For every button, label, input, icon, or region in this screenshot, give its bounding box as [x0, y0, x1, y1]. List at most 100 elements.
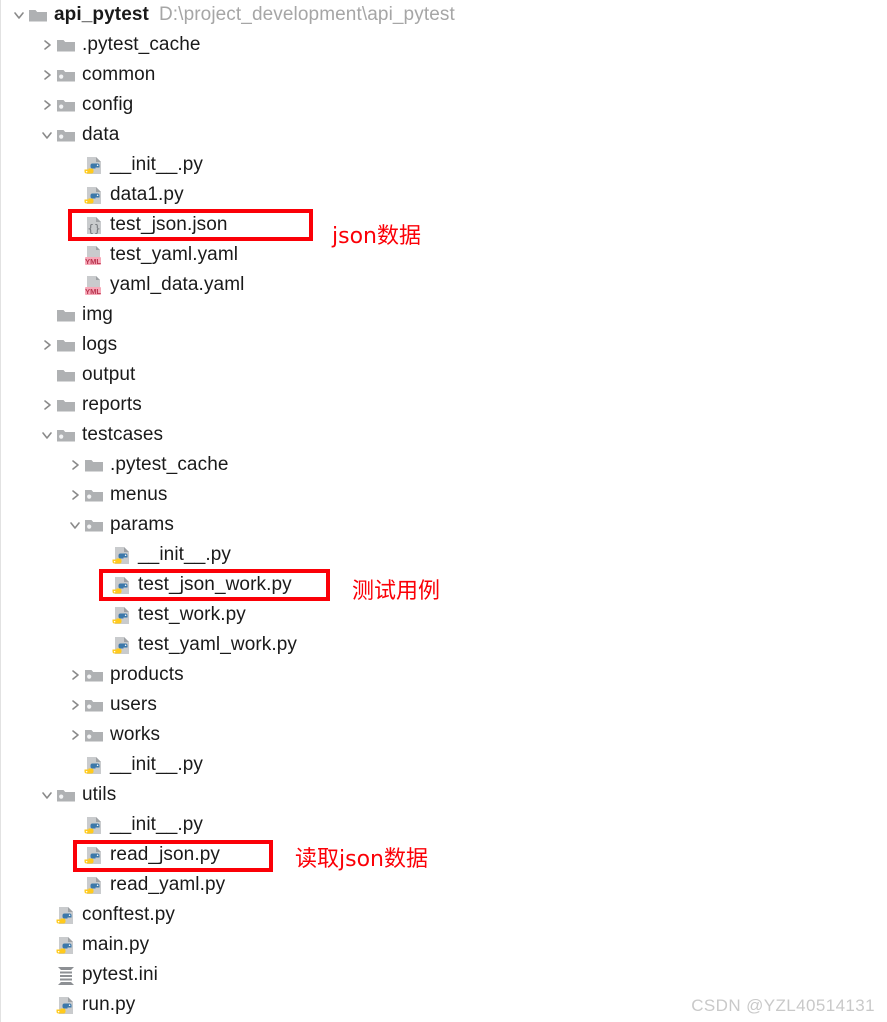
tree-row[interactable]: utils — [0, 780, 887, 810]
python-file-icon — [84, 185, 104, 205]
tree-row-label: utils — [82, 784, 117, 805]
chevron-right-icon[interactable] — [38, 30, 56, 60]
tree-row[interactable]: main.py — [0, 930, 887, 960]
tree-row[interactable]: YML test_yaml.yaml — [0, 240, 887, 270]
tree-row[interactable]: {} test_json.json — [0, 210, 887, 240]
tree-row[interactable]: testcases — [0, 420, 887, 450]
tree-row-label: api_pytest — [54, 4, 149, 25]
tree-row-label: testcases — [82, 424, 164, 445]
tree-row-label: logs — [82, 334, 118, 355]
tree-row[interactable]: works — [0, 720, 887, 750]
tree-row-label: yaml_data.yaml — [110, 274, 245, 295]
chevron-down-icon[interactable] — [38, 120, 56, 150]
python-file-icon — [84, 815, 104, 835]
tree-row[interactable]: read_json.py — [0, 840, 887, 870]
chevron-right-icon[interactable] — [38, 330, 56, 360]
chevron-down-icon[interactable] — [38, 780, 56, 810]
annotation-caption: 读取json数据 — [295, 847, 428, 872]
tree-row[interactable]: config — [0, 90, 887, 120]
folder-plain-icon — [56, 335, 76, 355]
tree-row-label: __init__.py — [110, 754, 204, 775]
tree-row[interactable]: data — [0, 120, 887, 150]
csdn-watermark: CSDN @YZL40514131 — [691, 996, 875, 1015]
tree-row[interactable]: .pytest_cache — [0, 30, 887, 60]
tree-row[interactable]: products — [0, 660, 887, 690]
tree-row[interactable]: read_yaml.py — [0, 870, 887, 900]
tree-row-label: main.py — [82, 934, 150, 955]
tree-row-label: test_yaml.yaml — [110, 244, 239, 265]
python-file-icon — [56, 995, 76, 1015]
tree-row[interactable]: reports — [0, 390, 887, 420]
chevron-right-icon[interactable] — [38, 60, 56, 90]
chevron-down-icon[interactable] — [38, 420, 56, 450]
tree-row[interactable]: output — [0, 360, 887, 390]
tree-row[interactable]: img — [0, 300, 887, 330]
python-file-icon — [84, 155, 104, 175]
tree-row[interactable]: test_yaml_work.py — [0, 630, 887, 660]
chevron-down-icon[interactable] — [66, 510, 84, 540]
chevron-right-icon[interactable] — [66, 690, 84, 720]
tree-row-label: run.py — [82, 994, 136, 1015]
tree-row[interactable]: common — [0, 60, 887, 90]
chevron-right-icon[interactable] — [38, 90, 56, 120]
tree-row-label: test_yaml_work.py — [138, 634, 298, 655]
chevron-right-icon[interactable] — [66, 450, 84, 480]
tree-row-label: output — [82, 364, 136, 385]
tree-row[interactable]: api_pytest D:\project_development\api_pyt… — [0, 0, 887, 30]
tree-row-label: conftest.py — [82, 904, 175, 925]
folder-source-icon — [56, 95, 76, 115]
tree-row[interactable]: __init__.py — [0, 810, 887, 840]
chevron-right-icon[interactable] — [66, 480, 84, 510]
tree-row[interactable]: test_json_work.py — [0, 570, 887, 600]
python-file-icon — [56, 905, 76, 925]
tree-row-label: works — [110, 724, 161, 745]
tree-row[interactable]: __init__.py — [0, 540, 887, 570]
python-file-icon — [112, 605, 132, 625]
chevron-down-icon[interactable] — [10, 0, 28, 30]
ini-file-icon — [56, 965, 76, 985]
chevron-right-icon[interactable] — [38, 390, 56, 420]
tree-row-label: read_json.py — [110, 844, 220, 865]
folder-source-icon — [84, 485, 104, 505]
tree-row[interactable]: __init__.py — [0, 150, 887, 180]
tree-row-label: .pytest_cache — [82, 34, 201, 55]
tree-row[interactable]: conftest.py — [0, 900, 887, 930]
folder-plain-icon — [56, 305, 76, 325]
folder-plain-icon — [56, 395, 76, 415]
tree-row[interactable]: params — [0, 510, 887, 540]
tree-row[interactable]: __init__.py — [0, 750, 887, 780]
tree-row[interactable]: test_work.py — [0, 600, 887, 630]
tree-row[interactable]: YML yaml_data.yaml — [0, 270, 887, 300]
tree-row-label: reports — [82, 394, 142, 415]
tree-row[interactable]: pytest.ini — [0, 960, 887, 990]
annotation-caption: json数据 — [332, 224, 421, 249]
tree-row[interactable]: menus — [0, 480, 887, 510]
folder-source-icon — [56, 125, 76, 145]
tree-row-label: .pytest_cache — [110, 454, 229, 475]
project-file-tree[interactable]: api_pytest D:\project_development\api_pyt… — [0, 0, 887, 1020]
tree-row-label: params — [110, 514, 174, 535]
tree-row[interactable]: .pytest_cache — [0, 450, 887, 480]
tree-row-label: read_yaml.py — [110, 874, 226, 895]
python-file-icon — [84, 845, 104, 865]
tree-row-label: img — [82, 304, 113, 325]
tree-row[interactable]: users — [0, 690, 887, 720]
tree-row[interactable]: logs — [0, 330, 887, 360]
chevron-right-icon[interactable] — [66, 720, 84, 750]
tree-row-label: test_json_work.py — [138, 574, 292, 595]
svg-text:YML: YML — [85, 257, 101, 265]
folder-source-icon — [56, 425, 76, 445]
chevron-right-icon[interactable] — [66, 660, 84, 690]
tree-row-label: config — [82, 94, 134, 115]
tree-row[interactable]: data1.py — [0, 180, 887, 210]
